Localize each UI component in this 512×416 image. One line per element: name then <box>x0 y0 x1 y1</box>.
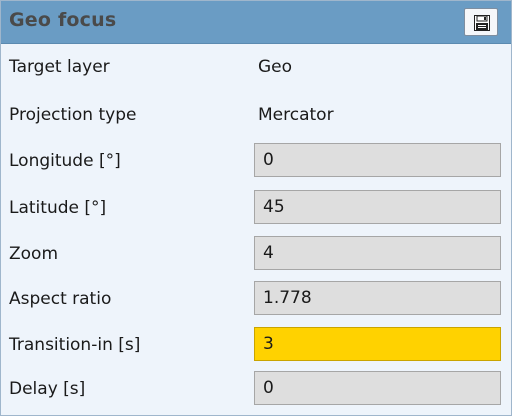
projection-type-label: Projection type <box>9 105 137 125</box>
geo-focus-panel: Geo focus Target layer Geo Projection ty… <box>0 0 512 416</box>
latitude-label: Latitude [°] <box>9 198 107 218</box>
panel-header: Geo focus <box>1 1 511 44</box>
projection-type-value: Mercator <box>258 105 334 125</box>
longitude-label: Longitude [°] <box>9 151 121 171</box>
delay-input[interactable] <box>254 371 501 405</box>
delay-label: Delay [s] <box>9 379 86 399</box>
save-button[interactable] <box>464 8 498 36</box>
aspect-ratio-label: Aspect ratio <box>9 289 112 309</box>
zoom-input[interactable] <box>254 236 501 270</box>
aspect-ratio-input[interactable] <box>254 281 501 315</box>
floppy-disk-icon <box>474 15 490 31</box>
panel-title: Geo focus <box>9 9 117 31</box>
transition-in-input[interactable] <box>254 327 501 361</box>
longitude-input[interactable] <box>254 143 501 177</box>
transition-in-label: Transition-in [s] <box>9 335 141 355</box>
target-layer-value: Geo <box>258 57 293 77</box>
latitude-input[interactable] <box>254 190 501 224</box>
zoom-label: Zoom <box>9 244 59 264</box>
target-layer-label: Target layer <box>9 57 110 77</box>
